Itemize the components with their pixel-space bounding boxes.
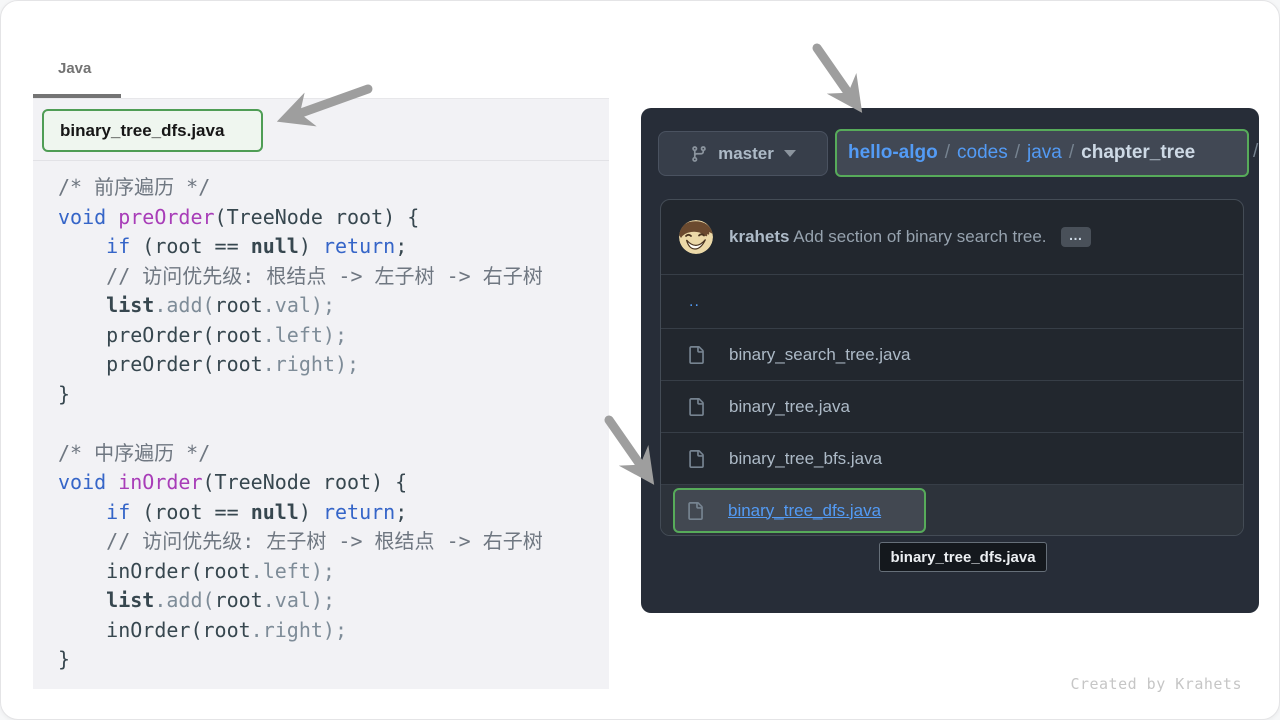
code-line: if (root == null) return; xyxy=(58,498,543,528)
code-line: if (root == null) return; xyxy=(58,232,543,262)
commit-message-line: krahets Add section of binary search tre… xyxy=(729,200,1091,274)
code-line: inOrder(root.right); xyxy=(58,616,543,646)
branch-name-label: master xyxy=(718,144,774,164)
file-name[interactable]: binary_tree_bfs.java xyxy=(729,449,882,469)
file-icon xyxy=(686,502,704,520)
filename-tooltip: binary_tree_dfs.java xyxy=(879,542,1047,572)
list-item-file[interactable]: binary_search_tree.java xyxy=(661,328,1243,380)
code-line: } xyxy=(58,380,543,410)
figure-canvas: Java binary_tree_dfs.java /* 前序遍历 */void… xyxy=(0,0,1280,720)
github-browser-panel: master hello-algo / codes / java / chapt… xyxy=(641,108,1259,613)
breadcrumb-separator: / xyxy=(1015,142,1020,164)
code-line: /* 中序遍历 */ xyxy=(58,439,543,469)
latest-commit-row: krahets Add section of binary search tre… xyxy=(661,200,1243,274)
breadcrumb-highlight-box: hello-algo / codes / java / chapter_tree xyxy=(835,129,1249,177)
krahets-avatar[interactable] xyxy=(679,220,713,254)
breadcrumb-current-dir: chapter_tree xyxy=(1081,142,1195,164)
code-line: preOrder(root.right); xyxy=(58,350,543,380)
code-line: /* 前序遍历 */ xyxy=(58,173,543,203)
code-line: void preOrder(TreeNode root) { xyxy=(58,203,543,233)
file-icon xyxy=(687,450,705,468)
file-highlight-box: binary_tree_dfs.java xyxy=(673,488,926,533)
code-area: /* 前序遍历 */void preOrder(TreeNode root) {… xyxy=(33,162,609,689)
code-line: // 访问优先级: 左子树 -> 根结点 -> 右子树 xyxy=(58,527,543,557)
credit-text: Created by Krahets xyxy=(1070,675,1242,693)
arrow-to-breadcrumb xyxy=(817,48,856,104)
tab-java[interactable]: Java xyxy=(58,60,91,77)
code-file-header: binary_tree_dfs.java xyxy=(33,98,609,161)
code-line: } xyxy=(58,645,543,675)
list-item-file[interactable]: binary_tree.java xyxy=(661,380,1243,432)
breadcrumb-separator: / xyxy=(945,142,950,164)
git-branch-icon xyxy=(690,145,708,163)
file-icon xyxy=(687,346,705,364)
file-name[interactable]: binary_tree.java xyxy=(729,397,850,417)
file-name[interactable]: binary_search_tree.java xyxy=(729,345,910,365)
commit-message[interactable]: Add section of binary search tree. xyxy=(789,227,1046,247)
code-line: preOrder(root.left); xyxy=(58,321,543,351)
list-item-parent-dir[interactable]: .. xyxy=(661,274,1243,328)
breadcrumb-separator: / xyxy=(1069,142,1074,164)
code-viewer-panel: binary_tree_dfs.java /* 前序遍历 */void preO… xyxy=(33,98,609,689)
code-line: list.add(root.val); xyxy=(58,586,543,616)
parent-dir-link[interactable]: .. xyxy=(689,293,700,311)
code-line: inOrder(root.left); xyxy=(58,557,543,587)
list-item-file[interactable]: binary_tree_bfs.java xyxy=(661,432,1243,484)
file-icon xyxy=(687,398,705,416)
commit-author[interactable]: krahets xyxy=(729,227,789,247)
code-line xyxy=(58,409,543,439)
code-line: // 访问优先级: 根结点 -> 左子树 -> 右子树 xyxy=(58,262,543,292)
breadcrumb-dir-codes[interactable]: codes xyxy=(957,142,1008,164)
tab-active-indicator xyxy=(33,94,121,98)
commit-more-button[interactable]: … xyxy=(1061,227,1091,247)
filename-highlight-box: binary_tree_dfs.java xyxy=(42,109,263,152)
branch-selector-button[interactable]: master xyxy=(658,131,828,176)
breadcrumb-dir-java[interactable]: java xyxy=(1027,142,1062,164)
code-line: void inOrder(TreeNode root) { xyxy=(58,468,543,498)
list-item-file-highlighted[interactable]: binary_tree_dfs.java xyxy=(661,484,1243,536)
file-list-card: krahets Add section of binary search tre… xyxy=(660,199,1244,536)
code-line: list.add(root.val); xyxy=(58,291,543,321)
breadcrumb-repo-link[interactable]: hello-algo xyxy=(848,142,938,164)
chevron-down-icon xyxy=(784,150,796,157)
file-name-link[interactable]: binary_tree_dfs.java xyxy=(728,501,881,521)
code-block: /* 前序遍历 */void preOrder(TreeNode root) {… xyxy=(58,173,543,675)
breadcrumb-trailing-slash: / xyxy=(1253,141,1258,163)
